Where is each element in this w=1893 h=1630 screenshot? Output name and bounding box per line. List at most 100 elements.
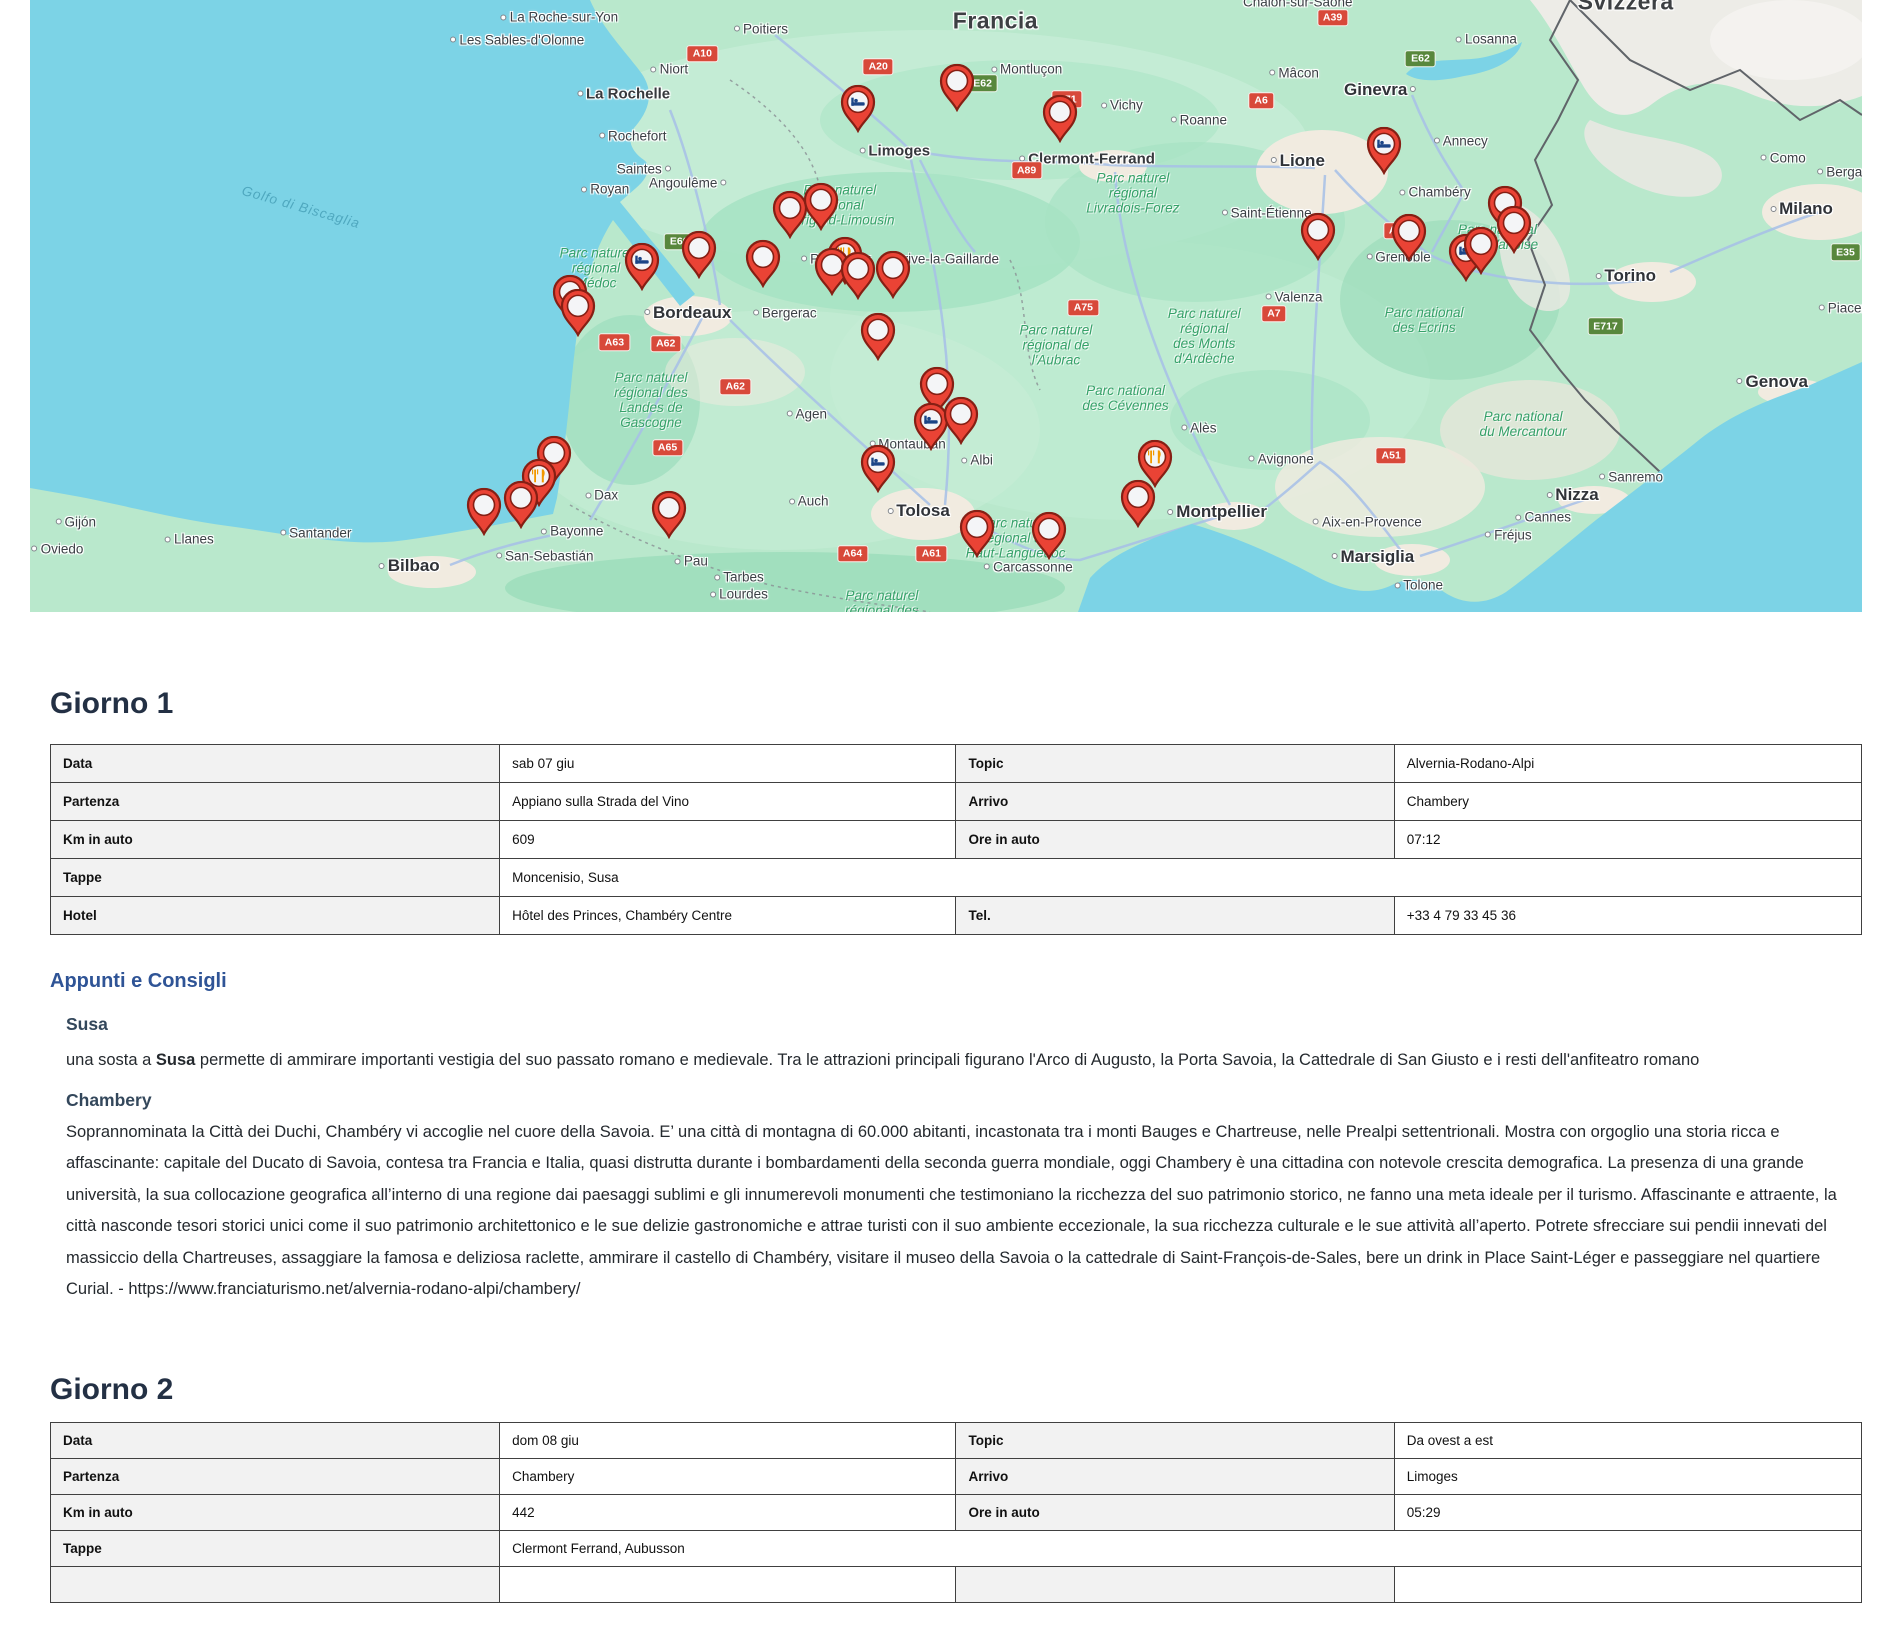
map-city-label: Bilbao xyxy=(379,556,440,576)
city-dot-icon xyxy=(496,553,502,559)
notes-chambery-paragraph: Soprannominata la Città dei Duchi, Chamb… xyxy=(66,1117,1855,1306)
table-row: Km in auto442Ore in auto05:29 xyxy=(51,1494,1862,1530)
location-pin-icon[interactable] xyxy=(1030,512,1068,560)
road-badge-e35: E35 xyxy=(1830,243,1861,261)
map-city-label: Bergerac xyxy=(753,305,817,320)
route-map[interactable]: La Roche-sur-YonLes Sables-d'OlonnePoiti… xyxy=(30,0,1862,612)
location-pin-icon[interactable] xyxy=(942,397,980,445)
map-city-label: Torino xyxy=(1595,266,1656,286)
location-pin-icon[interactable] xyxy=(1299,213,1337,261)
day1-table: Datasab 07 giuTopicAlvernia-Rodano-AlpiP… xyxy=(50,744,1862,935)
map-city-label: Lourdes xyxy=(710,587,768,602)
city-dot-icon xyxy=(984,564,990,570)
map-park-label: Parc naturelrégional desLandes deGascogn… xyxy=(614,370,688,430)
city-dot-icon xyxy=(1331,553,1337,559)
map-city-label: Lione xyxy=(1271,151,1325,171)
city-dot-icon xyxy=(1181,425,1187,431)
location-pin-icon[interactable] xyxy=(802,183,840,231)
hotel-pin-icon[interactable] xyxy=(859,445,897,493)
city-dot-icon xyxy=(1599,474,1605,480)
location-pin-icon[interactable] xyxy=(958,510,996,558)
location-pin-icon[interactable] xyxy=(1495,206,1533,254)
map-city-label: Milano xyxy=(1770,199,1833,219)
location-pin-icon[interactable] xyxy=(680,231,718,279)
table-field-label: Arrivo xyxy=(956,1458,1394,1494)
road-badge-e62: E62 xyxy=(1405,50,1436,68)
susa-text-pre: una sosta a xyxy=(66,1051,156,1069)
location-pin-icon[interactable] xyxy=(874,250,912,298)
location-pin-icon[interactable] xyxy=(1462,227,1500,275)
table-field-label: Topic xyxy=(956,1422,1394,1458)
location-pin-icon[interactable] xyxy=(744,240,782,288)
table-field-value: Moncenisio, Susa xyxy=(500,859,1862,897)
location-pin-icon[interactable] xyxy=(465,488,503,536)
map-city-label: Gijón xyxy=(56,515,97,530)
location-pin-icon[interactable] xyxy=(859,313,897,361)
hotel-pin-icon[interactable] xyxy=(839,85,877,133)
road-badge-a63: A63 xyxy=(599,333,630,351)
location-pin-icon[interactable] xyxy=(650,491,688,539)
map-city-label: Tarbes xyxy=(714,570,764,585)
notes-title: Appunti e Consigli xyxy=(50,969,1893,993)
map-city-label: Saintes xyxy=(617,161,671,176)
city-dot-icon xyxy=(599,133,605,139)
location-pin-icon[interactable] xyxy=(502,481,540,529)
road-badge-a51: A51 xyxy=(1376,447,1407,465)
table-field-label: Tappe xyxy=(51,859,500,897)
day2-table: Datadom 08 giuTopicDa ovest a estPartenz… xyxy=(50,1422,1862,1603)
table-field-value: Alvernia-Rodano-Alpi xyxy=(1394,745,1861,783)
map-city-label: Francia xyxy=(953,7,1038,34)
table-row: PartenzaAppiano sulla Strada del VinoArr… xyxy=(51,783,1862,821)
hotel-pin-icon[interactable] xyxy=(1365,127,1403,175)
city-dot-icon xyxy=(710,591,716,597)
road-badge-a62: A62 xyxy=(720,378,751,396)
map-city-label: Pau xyxy=(675,554,708,569)
map-city-label: Montluçon xyxy=(991,62,1062,77)
city-dot-icon xyxy=(1515,514,1521,520)
city-dot-icon xyxy=(1101,102,1107,108)
city-dot-icon xyxy=(541,528,547,534)
location-pin-icon[interactable] xyxy=(559,289,597,337)
hotel-pin-icon[interactable] xyxy=(623,243,661,291)
road-badge-a7: A7 xyxy=(1261,305,1286,323)
day1-table-body: Datasab 07 giuTopicAlvernia-Rodano-AlpiP… xyxy=(51,745,1862,935)
location-pin-icon[interactable] xyxy=(1390,214,1428,262)
map-city-label: Chambéry xyxy=(1400,185,1471,200)
map-city-label: Valenza xyxy=(1266,289,1323,304)
table-row: TappeMoncenisio, Susa xyxy=(51,859,1862,897)
map-city-label: Bordeaux xyxy=(644,303,731,323)
city-dot-icon xyxy=(1269,70,1275,76)
city-dot-icon xyxy=(56,519,62,525)
city-dot-icon xyxy=(1770,206,1776,212)
table-field-value: 609 xyxy=(500,821,956,859)
table-field-value xyxy=(500,1566,956,1602)
location-pin-icon[interactable] xyxy=(1119,480,1157,528)
map-city-label: Annecy xyxy=(1434,133,1488,148)
city-dot-icon xyxy=(1400,189,1406,195)
map-city-label: Poitiers xyxy=(734,21,788,36)
table-field-label: Km in auto xyxy=(51,821,500,859)
map-park-label: Parc naturelrégional des xyxy=(845,588,919,612)
map-overlay: La Roche-sur-YonLes Sables-d'OlonnePoiti… xyxy=(30,0,1862,612)
city-dot-icon xyxy=(651,66,657,72)
map-city-label: Piacenza xyxy=(1819,300,1862,315)
table-field-label xyxy=(956,1566,1394,1602)
city-dot-icon xyxy=(280,530,286,536)
map-park-label: Parc naturelrégionalLivradois-Forez xyxy=(1086,170,1179,215)
city-dot-icon xyxy=(1266,294,1272,300)
susa-text-bold: Susa xyxy=(156,1051,195,1069)
city-dot-icon xyxy=(753,310,759,316)
city-dot-icon xyxy=(581,186,587,192)
map-city-label: Dax xyxy=(585,488,618,503)
location-pin-icon[interactable] xyxy=(839,252,877,300)
city-dot-icon xyxy=(585,492,591,498)
city-dot-icon xyxy=(675,558,681,564)
city-dot-icon xyxy=(734,26,740,32)
map-city-label: Tolone xyxy=(1394,578,1443,593)
map-city-label: Marsiglia xyxy=(1331,547,1414,567)
city-dot-icon xyxy=(32,546,38,552)
location-pin-icon[interactable] xyxy=(1041,95,1079,143)
city-dot-icon xyxy=(665,166,671,172)
location-pin-icon[interactable] xyxy=(938,64,976,112)
map-city-label: Sanremo xyxy=(1599,469,1663,484)
